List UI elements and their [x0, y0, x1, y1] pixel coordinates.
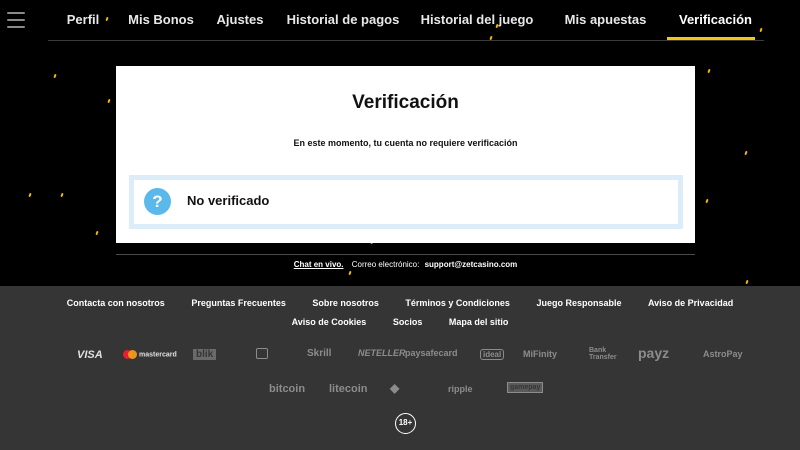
astropay-logo: AstroPay: [703, 349, 743, 359]
tab-historial-de-pagos[interactable]: Historial de pagos: [276, 0, 410, 40]
footer-link-sitemap[interactable]: Mapa del sitio: [449, 317, 509, 327]
paysafecard-logo: paysafecard: [405, 348, 458, 358]
email-label: Correo electrónico:: [351, 260, 420, 269]
verification-card: Verificación En este momento, tu cuenta …: [116, 66, 695, 243]
footer-link-contact[interactable]: Contacta con nosotros: [67, 298, 165, 308]
visa-logo: VISA: [77, 349, 103, 361]
age-restriction-badge: 18+: [395, 413, 416, 434]
page-title: Verificación: [352, 92, 459, 113]
question-icon: ?: [144, 188, 171, 215]
tab-mis-apuestas[interactable]: Mis apuestas: [544, 0, 667, 40]
footer-links-row-1: Contacta con nosotros Preguntas Frecuent…: [0, 298, 800, 308]
verification-message: En este momento, tu cuenta no requiere v…: [293, 138, 518, 148]
account-tabs: Perfil Mis Bonos Ajustes Historial de pa…: [48, 0, 764, 41]
footer-links-row-2: Aviso de Cookies Socios Mapa del sitio: [0, 317, 800, 327]
gamepay-logo: gamepay: [507, 382, 544, 393]
skrill-logo: Skrill: [307, 348, 332, 359]
ideal-logo: ideal: [480, 349, 505, 360]
footer-link-responsible-gaming[interactable]: Juego Responsable: [536, 298, 621, 308]
tab-verificacion[interactable]: Verificación: [667, 0, 764, 40]
blik-logo: blik: [193, 349, 217, 360]
footer-link-partners[interactable]: Socios: [393, 317, 423, 327]
active-tab-indicator: [667, 37, 755, 40]
footer-link-cookies[interactable]: Aviso de Cookies: [292, 317, 367, 327]
divider: [116, 254, 695, 255]
ripple-logo: ripple: [448, 384, 473, 394]
footer-link-terms[interactable]: Términos y Condiciones: [405, 298, 510, 308]
bank-transfer-logo: Bank Transfer: [589, 347, 617, 361]
footer-link-privacy[interactable]: Aviso de Privacidad: [648, 298, 733, 308]
payz-logo: payz: [638, 345, 670, 361]
tab-historial-del-juego[interactable]: Historial del juego: [410, 0, 544, 40]
card-icon: [256, 348, 268, 359]
mastercard-logo: mastercard: [123, 350, 177, 359]
tab-ajustes[interactable]: Ajustes: [204, 0, 276, 40]
contact-line: Chat en vivo. Correo electrónico: suppor…: [116, 260, 695, 269]
verification-status-box: ? No verificado: [129, 175, 683, 229]
tab-perfil[interactable]: Perfil: [48, 0, 118, 40]
footer-link-about[interactable]: Sobre nosotros: [312, 298, 379, 308]
verification-status-label: No verificado: [187, 193, 270, 208]
live-chat-link[interactable]: Chat en vivo.: [294, 260, 344, 269]
mifinity-logo: MiFinity: [523, 349, 557, 359]
ethereum-icon: ◆: [390, 381, 400, 395]
litecoin-logo: litecoin: [329, 383, 368, 395]
support-email-link[interactable]: support@zetcasino.com: [425, 260, 518, 269]
tab-mis-bonos[interactable]: Mis Bonos: [118, 0, 204, 40]
footer-link-faq[interactable]: Preguntas Frecuentes: [191, 298, 286, 308]
neteller-logo: NETELLER: [358, 348, 406, 358]
bitcoin-logo: bitcoin: [269, 383, 306, 395]
menu-icon[interactable]: [7, 12, 25, 28]
